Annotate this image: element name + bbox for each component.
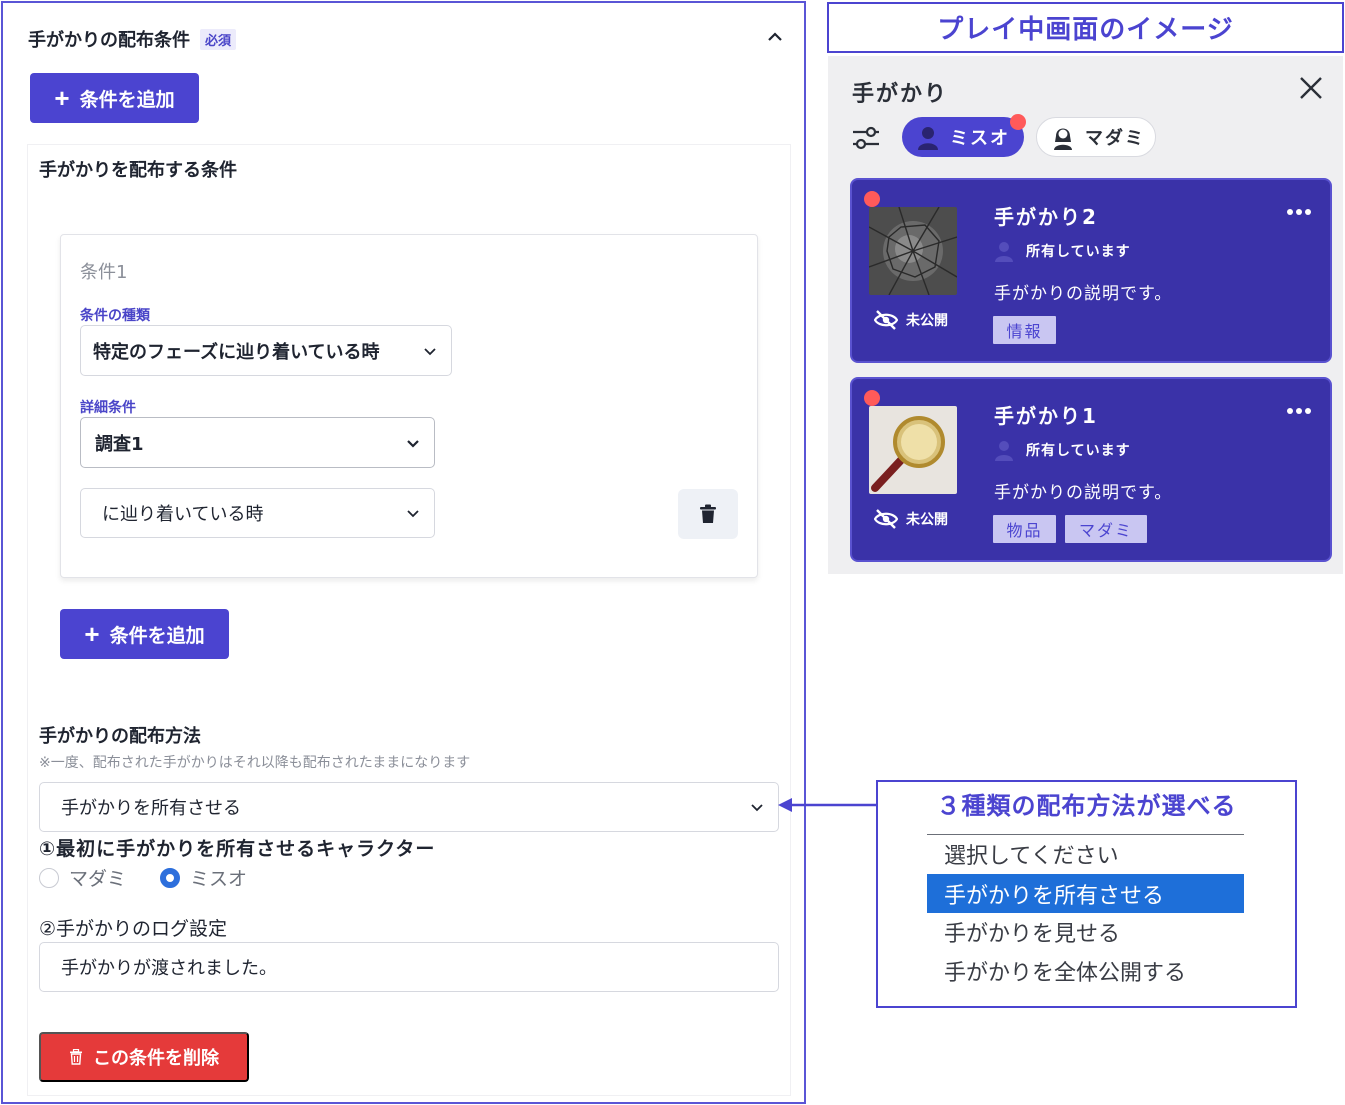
new-indicator-dot	[864, 390, 880, 406]
more-options-icon[interactable]	[1286, 208, 1312, 216]
section-title: 手がかりの配布条件	[28, 30, 190, 51]
visibility-label: 未公開	[906, 313, 948, 329]
chevron-up-icon[interactable]	[766, 30, 784, 44]
chevron-down-icon	[751, 804, 763, 812]
visibility-status: 未公開	[874, 310, 948, 330]
clue-tag: 物品	[993, 515, 1056, 543]
owner-status: 所有しています	[1026, 443, 1131, 459]
inner-add-condition-label: 条件を追加	[109, 625, 205, 647]
avatar-icon	[918, 127, 938, 150]
delete-condition-label: この条件を削除	[93, 1048, 219, 1068]
first-owner-label: ①最初に手がかりを所有させるキャラクター	[39, 838, 436, 860]
tab-label: ミスオ	[950, 128, 1010, 149]
distribution-method-select[interactable]: 手がかりを所有させる	[39, 782, 779, 832]
plus-icon: +	[54, 83, 70, 113]
radio-label: ミスオ	[190, 868, 248, 890]
chevron-down-icon	[407, 510, 419, 518]
clue-description: 手がかりの説明です。	[994, 483, 1173, 503]
log-message-value: 手がかりが渡されました。	[61, 958, 277, 979]
section-header: 手がかりの配布条件 必須	[28, 26, 237, 52]
timing-value: に辿り着いている時	[102, 504, 264, 525]
clue-title: 手がかり1	[994, 404, 1098, 428]
notification-dot	[1010, 114, 1026, 130]
clue-tag: マダミ	[1065, 515, 1147, 543]
magnifying-glass-image	[869, 406, 957, 494]
log-message-input[interactable]: 手がかりが渡されました。	[39, 942, 779, 992]
detail-condition-select[interactable]: 調査1	[80, 417, 435, 468]
method-heading: 手がかりの配布方法	[39, 726, 201, 747]
tab-madami[interactable]: マダミ	[1036, 117, 1156, 157]
clue-owner: 所有しています	[994, 439, 1131, 461]
delete-condition-button[interactable]: この条件を削除	[39, 1032, 249, 1082]
radio-madami[interactable]: マダミ	[39, 864, 126, 891]
condition-type-select[interactable]: 特定のフェーズに辿り着いている時	[80, 325, 452, 376]
preview-image-title: プレイ中画面のイメージ	[827, 2, 1344, 53]
detail-condition-label: 詳細条件	[80, 400, 136, 416]
condition-type-label: 条件の種類	[80, 308, 150, 324]
owner-avatar-icon	[995, 441, 1013, 461]
radio-button[interactable]	[39, 867, 59, 888]
radio-label: マダミ	[69, 868, 127, 890]
filter-icon[interactable]	[851, 123, 881, 153]
clue-owner: 所有しています	[994, 240, 1131, 262]
shattered-glass-image	[869, 207, 957, 295]
owner-status: 所有しています	[1026, 244, 1131, 260]
eye-off-icon	[874, 509, 898, 529]
trash-icon	[700, 504, 716, 523]
condition-title: 条件1	[80, 262, 128, 283]
delete-condition-item-button[interactable]	[678, 489, 738, 539]
more-options-icon[interactable]	[1286, 407, 1312, 415]
chevron-down-icon	[424, 347, 436, 355]
dropdown-option[interactable]: 手がかりを全体公開する	[927, 951, 1244, 990]
add-condition-label: 条件を追加	[79, 89, 175, 111]
chevron-down-icon	[407, 439, 419, 448]
dropdown-option-selected[interactable]: 手がかりを所有させる	[927, 874, 1244, 913]
arrow-left-icon	[778, 798, 878, 812]
close-icon[interactable]	[1298, 75, 1324, 101]
condition-type-value: 特定のフェーズに辿り着いている時	[93, 341, 380, 363]
radio-button-checked[interactable]	[160, 867, 181, 888]
plus-icon: +	[84, 619, 100, 649]
tab-misuo[interactable]: ミスオ	[902, 117, 1024, 157]
radio-misuo[interactable]: ミスオ	[160, 864, 247, 891]
method-note: ※一度、配布された手がかりはそれ以降も配布されたままになります	[39, 755, 471, 771]
clue-tag: 情報	[993, 316, 1056, 344]
character-radio-group: マダミ ミスオ	[39, 864, 267, 891]
tab-label: マダミ	[1085, 128, 1145, 149]
owner-avatar-icon	[995, 242, 1013, 262]
required-badge: 必須	[200, 28, 237, 50]
preview-image-title-text: プレイ中画面のイメージ	[937, 15, 1234, 45]
trash-icon	[70, 1049, 82, 1065]
distribution-method-value: 手がかりを所有させる	[61, 798, 241, 819]
new-indicator-dot	[864, 191, 880, 207]
add-condition-button[interactable]: + 条件を追加	[30, 73, 199, 123]
avatar-icon	[1054, 128, 1072, 150]
visibility-label: 未公開	[906, 512, 948, 528]
detail-condition-value: 調査1	[95, 433, 144, 455]
visibility-status: 未公開	[874, 509, 948, 529]
clue-description: 手がかりの説明です。	[994, 284, 1173, 304]
log-setting-label: ②手がかりのログ設定	[39, 918, 228, 940]
clue-title: 手がかり2	[994, 205, 1098, 229]
dropdown-option[interactable]: 手がかりを見せる	[927, 912, 1244, 951]
clue-thumbnail	[869, 207, 957, 295]
inner-add-condition-button[interactable]: + 条件を追加	[60, 609, 229, 659]
clue-panel-title: 手がかり	[852, 82, 949, 107]
timing-select[interactable]: に辿り着いている時	[80, 488, 435, 538]
distribute-condition-heading: 手がかりを配布する条件	[39, 160, 237, 181]
eye-off-icon	[874, 310, 898, 330]
clue-thumbnail	[869, 406, 957, 494]
callout-title: ３種類の配布方法が選べる	[936, 792, 1237, 820]
dropdown-option[interactable]: 選択してください	[927, 834, 1244, 873]
